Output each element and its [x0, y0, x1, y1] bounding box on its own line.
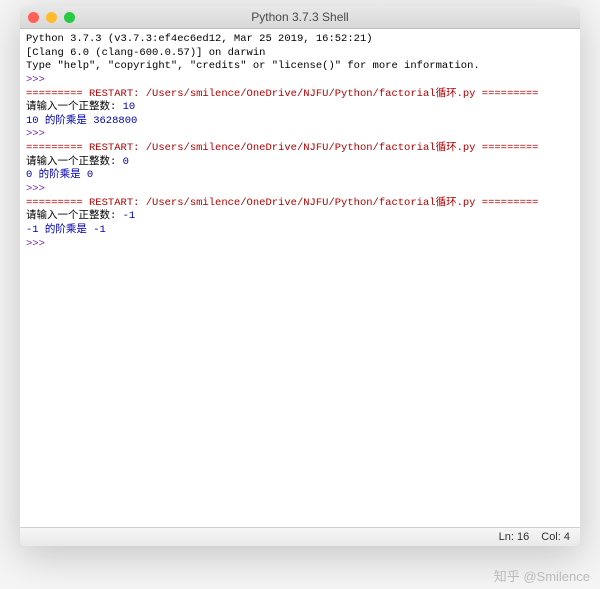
statusbar: Ln: 16 Col: 4 — [20, 527, 580, 546]
shell-output-area[interactable]: Python 3.7.3 (v3.7.3:ef4ec6ed12, Mar 25 … — [20, 29, 580, 527]
program-output: 0 的阶乘是 0 — [26, 169, 93, 181]
user-input-value: 10 — [123, 101, 136, 113]
shell-header-line: Type "help", "copyright", "credits" or "… — [26, 60, 480, 72]
traffic-lights — [28, 12, 75, 23]
maximize-icon[interactable] — [64, 12, 75, 23]
shell-header-line: [Clang 6.0 (clang-600.0.57)] on darwin — [26, 47, 265, 59]
window-title: Python 3.7.3 Shell — [20, 10, 580, 24]
minimize-icon[interactable] — [46, 12, 57, 23]
input-prompt-label: 请输入一个正整数: — [26, 210, 123, 222]
python-shell-window: Python 3.7.3 Shell Python 3.7.3 (v3.7.3:… — [20, 6, 580, 546]
restart-banner: ========= RESTART: /Users/smilence/OneDr… — [26, 88, 538, 100]
program-output: -1 的阶乘是 -1 — [26, 224, 106, 236]
input-prompt-label: 请输入一个正整数: — [26, 156, 123, 168]
shell-prompt: >>> — [26, 74, 51, 86]
shell-prompt: >>> — [26, 183, 51, 195]
user-input-value: 0 — [123, 156, 129, 168]
cursor-line: Ln: 16 — [499, 531, 530, 543]
shell-header-line: Python 3.7.3 (v3.7.3:ef4ec6ed12, Mar 25 … — [26, 33, 379, 45]
close-icon[interactable] — [28, 12, 39, 23]
user-input-value: -1 — [123, 210, 136, 222]
shell-prompt: >>> — [26, 238, 51, 250]
shell-prompt: >>> — [26, 128, 51, 140]
titlebar[interactable]: Python 3.7.3 Shell — [20, 6, 580, 29]
input-prompt-label: 请输入一个正整数: — [26, 101, 123, 113]
restart-banner: ========= RESTART: /Users/smilence/OneDr… — [26, 142, 538, 154]
program-output: 10 的阶乘是 3628800 — [26, 115, 137, 127]
cursor-col: Col: 4 — [541, 531, 570, 543]
restart-banner: ========= RESTART: /Users/smilence/OneDr… — [26, 197, 538, 209]
watermark-text: 知乎 @Smilence — [494, 566, 590, 585]
